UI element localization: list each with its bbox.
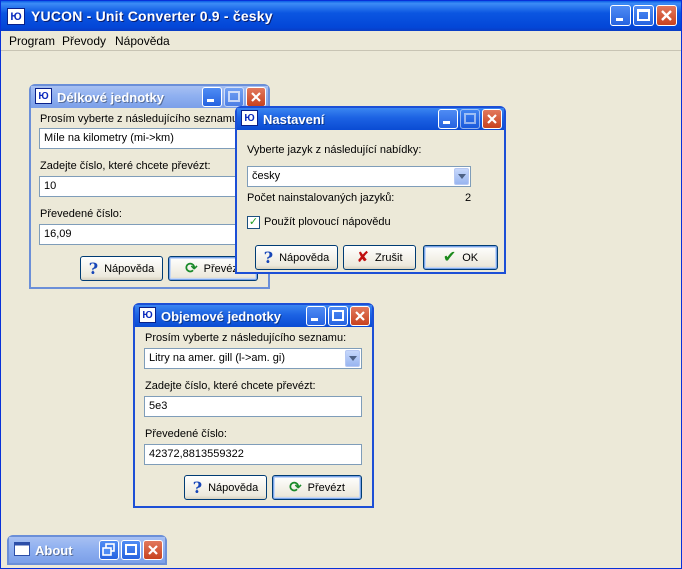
minimize-button[interactable] <box>610 5 631 26</box>
chevron-down-icon[interactable] <box>454 168 469 185</box>
about-title: About <box>35 543 73 558</box>
delkove-maximize-button[interactable] <box>224 87 244 107</box>
nastaveni-title: Nastavení <box>263 112 325 127</box>
refresh-icon: ⟳ <box>185 260 198 277</box>
main-window: Ю YUCON - Unit Converter 0.9 - česky Pro… <box>0 0 682 569</box>
nastaveni-maximize-button[interactable] <box>460 109 480 129</box>
nastaveni-window: Ю Nastavení Vyberte jazyk z následující … <box>235 106 506 274</box>
delkove-window: Ю Délkové jednotky Prosím vyberte z násl… <box>29 84 270 289</box>
delkove-app-icon: Ю <box>35 88 52 104</box>
objemove-result-label: Převedené číslo: <box>145 428 227 440</box>
maximize-icon <box>637 9 650 21</box>
nastaveni-close-button[interactable] <box>482 109 502 129</box>
objemove-help-button[interactable]: ? Nápověda <box>184 475 267 500</box>
maximize-icon <box>228 91 240 102</box>
window-icon <box>14 542 30 556</box>
close-button[interactable] <box>656 5 677 26</box>
nastaveni-help-label: Nápověda <box>279 251 330 264</box>
main-titlebar[interactable]: Ю YUCON - Unit Converter 0.9 - česky <box>1 1 681 31</box>
maximize-button[interactable] <box>633 5 654 26</box>
checkmark-icon: ✔ <box>442 248 457 266</box>
delkove-conversion-select[interactable]: Míle na kilometry (mi->km) <box>39 128 266 149</box>
delkove-input-field[interactable]: 10 <box>39 176 266 197</box>
about-restore-button[interactable] <box>99 540 119 560</box>
close-icon <box>251 92 261 102</box>
minimize-icon <box>311 318 318 321</box>
menu-napoveda[interactable]: Nápověda <box>115 34 170 48</box>
maximize-icon <box>464 113 476 124</box>
about-window-minimized[interactable]: About <box>7 535 167 565</box>
delkove-help-button[interactable]: ? Nápověda <box>80 256 163 281</box>
maximize-icon <box>125 544 137 555</box>
nastaveni-language-value: česky <box>252 170 281 182</box>
objemove-title: Objemové jednotky <box>161 309 281 324</box>
restore-icon <box>102 543 115 556</box>
menu-prevody[interactable]: Převody <box>62 34 106 48</box>
delkove-title: Délkové jednotky <box>57 90 164 105</box>
minimize-icon <box>616 18 623 21</box>
nastaveni-language-label: Vyberte jazyk z následující nabídky: <box>247 144 422 156</box>
delkove-list-label: Prosím vyberte z následujícího seznamu: <box>40 113 242 125</box>
about-maximize-button[interactable] <box>121 540 141 560</box>
about-close-button[interactable] <box>143 540 163 560</box>
nastaveni-installed-count: 2 <box>465 192 472 204</box>
objemove-input-label: Zadejte číslo, které chcete převézt: <box>145 380 316 392</box>
objemove-maximize-button[interactable] <box>328 306 348 326</box>
objemove-app-icon: Ю <box>139 307 156 323</box>
menu-program[interactable]: Program <box>9 34 55 48</box>
delkove-minimize-button[interactable] <box>202 87 222 107</box>
objemove-minimize-button[interactable] <box>306 306 326 326</box>
objemove-list-label: Prosím vyberte z následujícího seznamu: <box>145 332 347 344</box>
app-icon: Ю <box>7 8 25 25</box>
help-icon: ? <box>88 258 99 278</box>
close-icon <box>355 311 365 321</box>
objemove-conversion-select[interactable]: Litry na amer. gill (l->am. gi) <box>144 348 362 369</box>
nastaveni-language-select[interactable]: česky <box>247 166 471 187</box>
delkove-result-label: Převedené číslo: <box>40 208 122 220</box>
floating-help-checkbox[interactable]: ✓ <box>247 216 260 229</box>
nastaveni-app-icon: Ю <box>241 110 258 126</box>
nastaveni-cancel-button[interactable]: ✘ Zrušit <box>343 245 416 270</box>
nastaveni-cancel-label: Zrušit <box>375 251 403 264</box>
objemove-titlebar[interactable]: Ю Objemové jednotky <box>135 305 372 327</box>
floating-help-label[interactable]: Použít plovoucí nápovědu <box>264 216 391 228</box>
nastaveni-minimize-button[interactable] <box>438 109 458 129</box>
checkmark-icon: ✓ <box>248 216 259 228</box>
objemove-conversion-value: Litry na amer. gill (l->am. gi) <box>149 352 286 364</box>
close-icon <box>487 114 497 124</box>
objemove-help-label: Nápověda <box>208 481 259 494</box>
close-icon <box>148 545 158 555</box>
window-title: YUCON - Unit Converter 0.9 - česky <box>31 8 273 24</box>
delkove-input-label: Zadejte číslo, které chcete převézt: <box>40 160 211 172</box>
help-icon: ? <box>263 247 274 267</box>
objemove-close-button[interactable] <box>350 306 370 326</box>
maximize-icon <box>332 310 344 321</box>
nastaveni-ok-button[interactable]: ✔ OK <box>423 245 498 270</box>
menu-bar: Program Převody Nápověda <box>1 31 681 51</box>
about-titlebar[interactable]: About <box>9 537 165 563</box>
minimize-icon <box>443 121 450 124</box>
nastaveni-ok-label: OK <box>462 251 479 264</box>
minimize-icon <box>207 99 214 102</box>
nastaveni-help-button[interactable]: ? Nápověda <box>255 245 338 270</box>
refresh-icon: ⟳ <box>289 479 302 496</box>
nastaveni-titlebar[interactable]: Ю Nastavení <box>237 108 504 130</box>
objemove-window: Ю Objemové jednotky Prosím vyberte z nás… <box>133 303 374 508</box>
delkove-result-field[interactable]: 16,09 <box>39 224 266 245</box>
objemove-convert-label: Převézt <box>307 481 345 494</box>
close-icon <box>661 10 672 21</box>
delkove-close-button[interactable] <box>246 87 266 107</box>
cancel-icon: ✘ <box>356 249 370 266</box>
objemove-input-field[interactable]: 5e3 <box>144 396 362 417</box>
help-icon: ? <box>192 477 203 497</box>
nastaveni-installed-label: Počet nainstalovaných jazyků: <box>247 192 395 204</box>
objemove-convert-button[interactable]: ⟳ Převézt <box>272 475 362 500</box>
chevron-down-icon[interactable] <box>345 350 360 367</box>
delkove-conversion-value: Míle na kilometry (mi->km) <box>44 132 174 144</box>
delkove-titlebar[interactable]: Ю Délkové jednotky <box>31 86 268 108</box>
delkove-help-label: Nápověda <box>104 262 155 275</box>
objemove-result-field[interactable]: 42372,8813559322 <box>144 444 362 465</box>
